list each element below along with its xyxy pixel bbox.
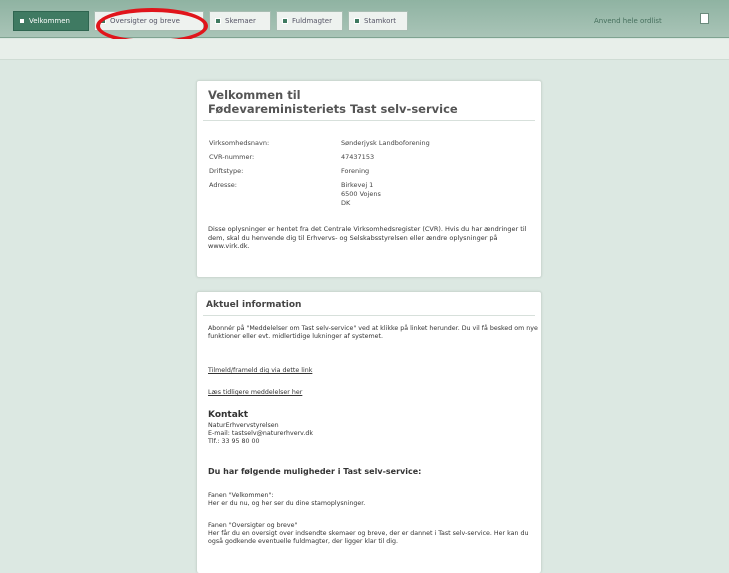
tab-icon — [19, 18, 25, 24]
tab-velkommen[interactable]: Velkommen — [13, 11, 89, 31]
tab-stamkort[interactable]: Stamkort — [348, 11, 408, 31]
value-company-name: Sønderjysk Landboforening — [341, 139, 430, 147]
tab-label: Skemaer — [225, 17, 256, 25]
value-address-line1: Birkevej 1 — [341, 181, 374, 189]
tab-fuldmagter[interactable]: Fuldmagter — [276, 11, 343, 31]
cvr-description: Disse oplysninger er hentet fra det Cent… — [208, 225, 527, 250]
welcome-title: Velkommen til Fødevareministeriets Tast … — [208, 88, 458, 116]
value-cvr: 47437153 — [341, 153, 375, 161]
divider — [203, 120, 535, 121]
divider — [203, 315, 535, 316]
welcome-title-line2: Fødevareministeriets Tast selv-service — [208, 102, 458, 116]
tab2-name: Fanen "Oversigter og breve" — [208, 522, 298, 529]
contact-org: NaturErhvervstyrelsen — [208, 422, 279, 429]
tab-icon — [282, 18, 288, 24]
tab2-description: Her får du en oversigt over indsendte sk… — [208, 530, 529, 545]
tab-skemaer[interactable]: Skemaer — [209, 11, 271, 31]
options-title: Du har følgende muligheder i Tast selv-s… — [208, 467, 422, 476]
label-cvr: CVR-nummer: — [209, 153, 255, 161]
contact-email: E-mail: tastselv@naturerhverv.dk — [208, 430, 314, 437]
news-panel: Aktuel information Abonnér på "Meddelels… — [196, 291, 542, 573]
old-messages-link[interactable]: Læs tidligere meddelelser her — [208, 389, 538, 397]
welcome-title-line1: Velkommen til — [208, 88, 301, 102]
tab-label: Velkommen — [29, 17, 70, 25]
subscribe-link[interactable]: Tilmeld/frameld dig via dette link — [208, 367, 538, 375]
sub-header-strip — [0, 39, 729, 60]
welcome-panel: Velkommen til Fødevareministeriets Tast … — [196, 80, 542, 278]
news-title: Aktuel information — [206, 300, 302, 310]
label-address: Adresse: — [209, 181, 237, 189]
tab-icon — [215, 18, 221, 24]
logout-link[interactable]: Anvend hele ordlist — [594, 17, 662, 25]
contact-title: Kontakt — [208, 410, 249, 420]
label-business-type: Driftstype: — [209, 167, 244, 175]
tab-label: Stamkort — [364, 17, 397, 25]
news-intro: Abonnér på "Meddelelser om Tast selv-ser… — [208, 325, 538, 340]
contact-phone: Tlf.: 33 95 80 00 — [208, 438, 260, 445]
value-business-type: Forening — [341, 167, 370, 175]
tab-label: Fuldmagter — [292, 17, 332, 25]
tab-icon — [354, 18, 360, 24]
label-company-name: Virksomhedsnavn: — [209, 139, 270, 147]
tab1-description: Her er du nu, og her ser du dine stamopl… — [208, 500, 366, 507]
value-address-line2: 6500 Vojens — [341, 190, 381, 198]
value-address-line3: DK — [341, 199, 351, 207]
tab1-name: Fanen "Velkommen": — [208, 492, 274, 499]
document-icon[interactable] — [700, 13, 709, 24]
